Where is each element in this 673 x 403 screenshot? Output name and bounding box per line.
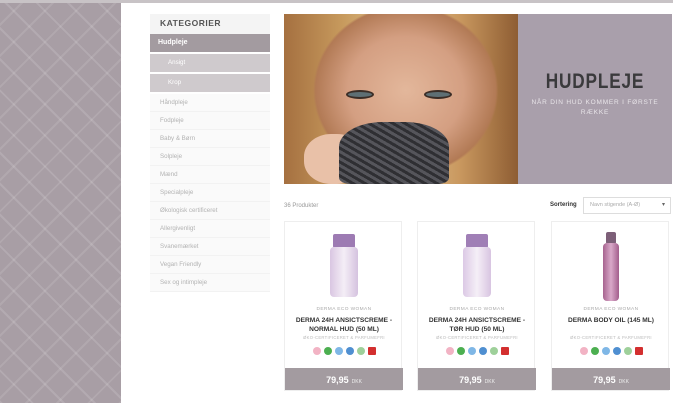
tree-icon (489, 347, 498, 355)
price-bar[interactable]: 79,95 DKK (552, 368, 670, 390)
sidebar-item-oekologisk[interactable]: Økologisk certificeret (150, 202, 270, 220)
tree-icon (623, 347, 632, 355)
certification-icons (285, 347, 403, 355)
sidebar-item-krop[interactable]: Krop (150, 74, 270, 92)
tree-icon (356, 347, 365, 355)
flower-icon (579, 347, 588, 355)
product-brand: DERMA ECO WOMAN (316, 307, 372, 312)
bottle-body (603, 243, 619, 301)
price-amount: 79,95 (459, 375, 482, 385)
sidebar-item-vegan[interactable]: Vegan Friendly (150, 256, 270, 274)
price-currency: DKK (351, 379, 362, 385)
product-cert: ØKO-CERTIFICERET & PARFUMEFRI (436, 335, 518, 340)
price-bar[interactable]: 79,95 DKK (285, 368, 403, 390)
product-name[interactable]: DERMA BODY OIL (145 ML) (556, 316, 666, 325)
bottle-body (330, 247, 358, 297)
sort-label: Sortering (550, 202, 577, 208)
price-amount: 79,95 (593, 375, 616, 385)
category-sidebar: KATEGORIER Hudpleje Ansigt Krop Håndplej… (150, 14, 270, 292)
sidebar-item-specialpleje[interactable]: Specialpleje (150, 184, 270, 202)
eye-right (424, 90, 452, 99)
product-image[interactable] (552, 228, 670, 306)
badge-icon (612, 347, 621, 355)
sidebar-item-solpleje[interactable]: Solpleje (150, 148, 270, 166)
product-cert: ØKO-CERTIFICERET & PARFUMEFRI (303, 335, 385, 340)
badge-icon (345, 347, 354, 355)
sort-select[interactable]: Navn stigende (A-Ø) ▾ (583, 197, 671, 214)
price-currency: DKK (484, 379, 495, 385)
product-brand: DERMA ECO WOMAN (449, 307, 505, 312)
flower-icon (312, 347, 321, 355)
sidebar-item-ansigt[interactable]: Ansigt (150, 54, 270, 72)
eye-left (346, 90, 374, 99)
leaf-icon (590, 347, 599, 355)
sort-value: Navn stigende (A-Ø) (590, 202, 641, 208)
product-name[interactable]: DERMA 24H ANSICTSCREME - NORMAL HUD (50 … (289, 316, 399, 334)
chevron-down-icon: ▾ (661, 202, 665, 208)
globe-icon (334, 347, 343, 355)
banner-text-panel: HUDPLEJE NÅR DIN HUD KOMMER I FØRSTE RÆK… (518, 14, 672, 184)
price-amount: 79,95 (326, 375, 349, 385)
danish-flag-icon (367, 347, 376, 355)
globe-icon (467, 347, 476, 355)
product-card[interactable]: DERMA ECO WOMAN DERMA BODY OIL (145 ML) … (551, 221, 670, 391)
sidebar-item-fodpleje[interactable]: Fodpleje (150, 112, 270, 130)
background-pattern (0, 3, 121, 403)
globe-icon (601, 347, 610, 355)
bottle-cap (466, 234, 488, 248)
product-image[interactable] (418, 228, 536, 306)
banner-subtitle: NÅR DIN HUD KOMMER I FØRSTE RÆKKE (531, 99, 659, 116)
leaf-icon (323, 347, 332, 355)
sidebar-item-allergivenligt[interactable]: Allergivenligt (150, 220, 270, 238)
product-brand: DERMA ECO WOMAN (583, 307, 639, 312)
flower-icon (445, 347, 454, 355)
sidebar-heading: KATEGORIER (150, 14, 270, 34)
price-currency: DKK (618, 379, 629, 385)
certification-icons (552, 347, 670, 355)
danish-flag-icon (634, 347, 643, 355)
product-card[interactable]: DERMA ECO WOMAN DERMA 24H ANSICTSCREME -… (284, 221, 403, 391)
product-image[interactable] (285, 228, 403, 306)
bottle-cap (333, 234, 355, 248)
sidebar-item-baby-boern[interactable]: Baby & Børn (150, 130, 270, 148)
product-name[interactable]: DERMA 24H ANSICTSCREME - TØR HUD (50 ML) (422, 316, 532, 334)
leaf-icon (456, 347, 465, 355)
sidebar-item-svanemaerket[interactable]: Svanemærket (150, 238, 270, 256)
danish-flag-icon (500, 347, 509, 355)
sidebar-item-haandpleje[interactable]: Håndpleje (150, 94, 270, 112)
product-card[interactable]: DERMA ECO WOMAN DERMA 24H ANSICTSCREME -… (417, 221, 536, 391)
price-bar[interactable]: 79,95 DKK (418, 368, 536, 390)
product-count: 36 Produkter (284, 203, 319, 209)
sidebar-item-intimpleje[interactable]: Sex og intimpleje (150, 274, 270, 292)
sidebar-item-hudpleje[interactable]: Hudpleje (150, 34, 270, 52)
banner-photo (284, 14, 518, 184)
banner-title: HUDPLEJE (545, 70, 645, 93)
category-banner: HUDPLEJE NÅR DIN HUD KOMMER I FØRSTE RÆK… (284, 14, 672, 184)
sidebar-item-maend[interactable]: Mænd (150, 166, 270, 184)
scarf (339, 122, 449, 184)
certification-icons (418, 347, 536, 355)
product-cert: ØKO-CERTIFICERET & PARFUMEFRI (570, 335, 652, 340)
bottle-body (463, 247, 491, 297)
badge-icon (478, 347, 487, 355)
